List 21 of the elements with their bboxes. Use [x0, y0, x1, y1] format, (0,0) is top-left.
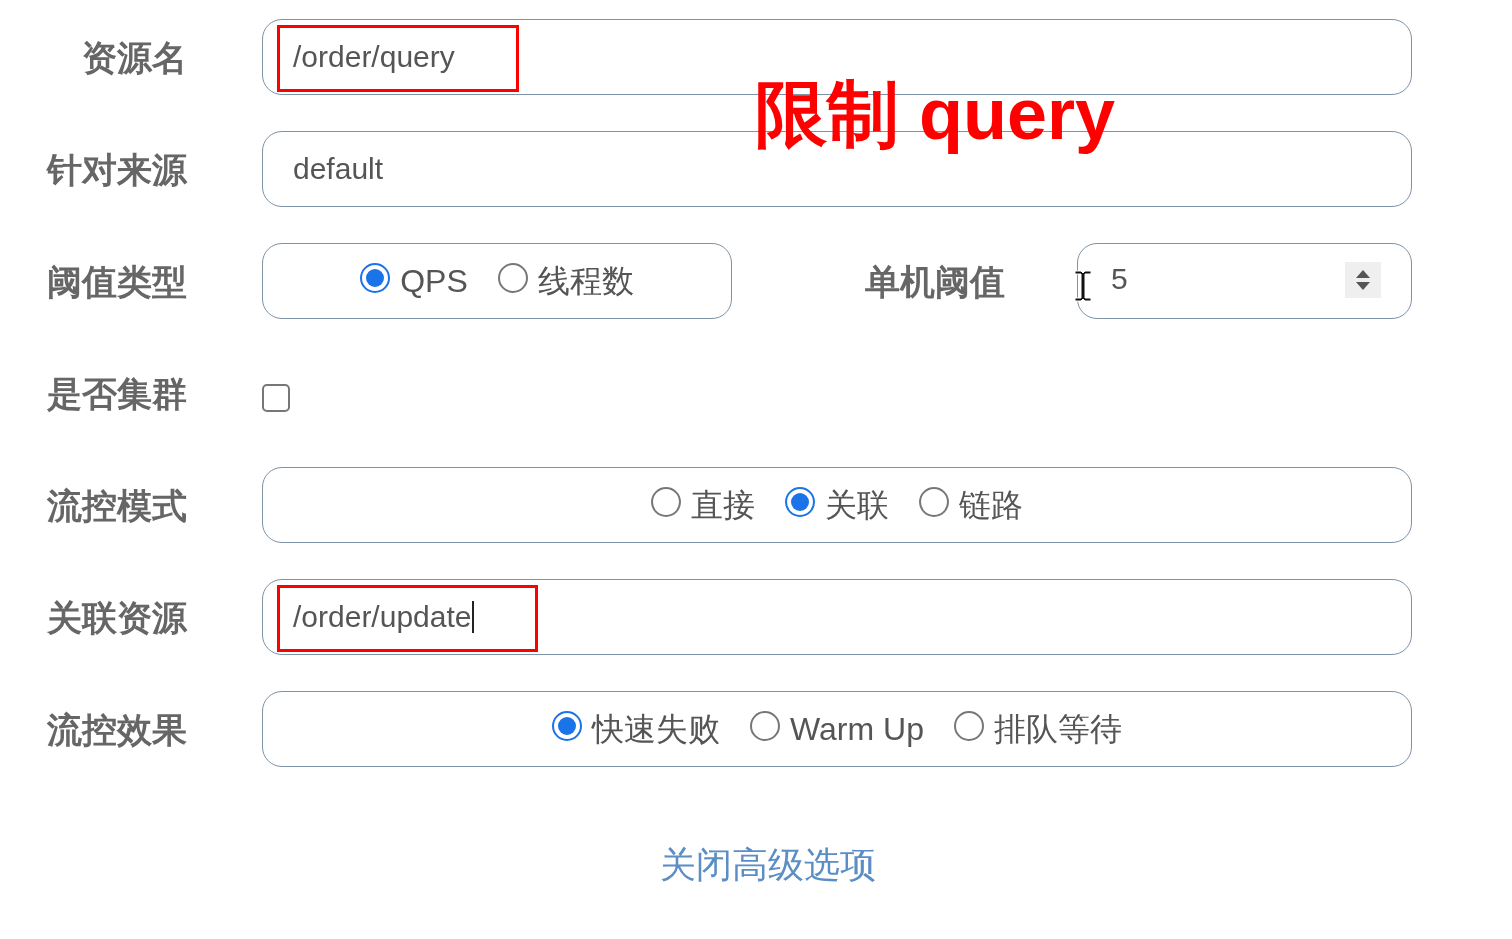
radio-option[interactable]: 线程数 — [497, 265, 634, 297]
form-label: 资源名 — [81, 39, 187, 75]
stepper-arrows-icon[interactable] — [1345, 262, 1381, 298]
form-label: 单机阈值 — [865, 263, 1005, 299]
form-label: 流控模式 — [46, 487, 187, 523]
radio-option[interactable]: 关联 — [785, 489, 889, 521]
text-field[interactable]: /order/update — [262, 579, 1412, 655]
form-label: 针对来源 — [45, 151, 187, 187]
text-cursor-icon — [1074, 270, 1092, 302]
radio-option[interactable]: 排队等待 — [953, 713, 1122, 745]
radio-option[interactable]: 直接 — [651, 489, 755, 521]
number-field[interactable]: 5 — [1077, 243, 1412, 319]
form-label: 阈值类型 — [46, 263, 187, 299]
form-label: 关联资源 — [46, 599, 187, 635]
radio-option[interactable]: Warm Up — [750, 713, 924, 745]
form-label: 是否集群 — [46, 375, 187, 411]
form-label: 流控效果 — [46, 711, 187, 747]
radio-option[interactable]: 快速失败 — [552, 713, 721, 745]
checkbox[interactable] — [262, 384, 290, 412]
radio-option[interactable]: 链路 — [919, 489, 1023, 521]
radio-option[interactable]: QPS — [360, 265, 468, 297]
